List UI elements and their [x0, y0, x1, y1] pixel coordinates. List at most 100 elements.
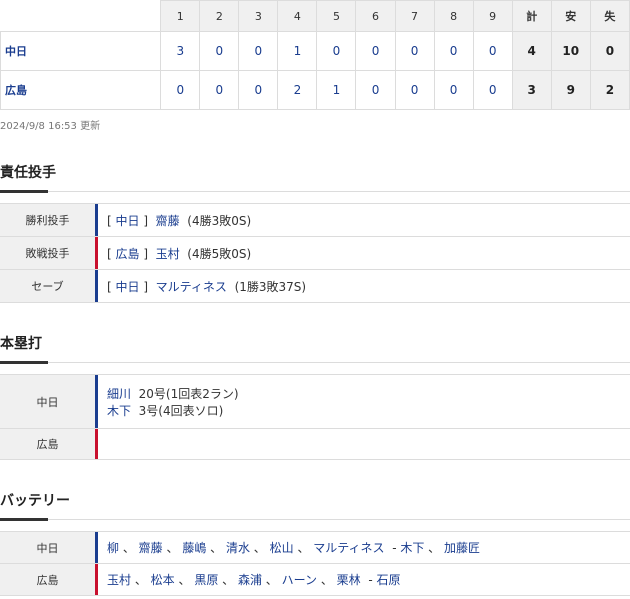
total-runs: 3: [511, 70, 552, 110]
section-divider: [0, 518, 630, 521]
pitchers-table: 勝利投手 [ 中日 ] 齋藤 (4勝3敗0S) 敗戦投手 [ 広島 ] 玉村 (…: [0, 203, 630, 303]
inning-score[interactable]: 0: [472, 70, 513, 110]
header-inning-8: 8: [433, 0, 474, 32]
pitcher-row-win: 勝利投手 [ 中日 ] 齋藤 (4勝3敗0S): [0, 204, 630, 237]
player-link[interactable]: 細川: [107, 387, 131, 401]
homeruns-table: 中日 細川 20号(1回表2ラン) 木下 3号(4回表ソロ) 広島: [0, 374, 630, 460]
inning-score[interactable]: 0: [238, 31, 279, 71]
header-inning-2: 2: [199, 0, 240, 32]
inning-score[interactable]: 0: [199, 31, 240, 71]
team-link[interactable]: 広島: [116, 247, 140, 261]
pitcher-record: (1勝3敗37S): [234, 279, 307, 294]
pitcher-record: (4勝5敗0S): [187, 246, 252, 261]
player-link[interactable]: 藤嶋: [182, 541, 206, 555]
header-errors: 失: [589, 0, 630, 32]
updated-timestamp: 2024/9/8 16:53 更新: [0, 121, 101, 132]
inning-score[interactable]: 0: [355, 31, 396, 71]
homerun-content: 細川 20号(1回表2ラン) 木下 3号(4回表ソロ): [98, 375, 630, 428]
scoreboard-row-away: 中日 3 0 0 1 0 0 0 0 0 4 10 0: [0, 31, 630, 71]
inning-score[interactable]: 0: [394, 70, 435, 110]
player-link[interactable]: 木下: [400, 541, 424, 555]
player-link[interactable]: 石原: [376, 573, 400, 587]
scoreboard-table: 1 2 3 4 5 6 7 8 9 計 安 失 中日 3 0 0 1 0 0 0…: [0, 0, 630, 110]
header-blank: [0, 0, 162, 32]
homerun-detail: 3号(4回表ソロ): [138, 403, 224, 418]
homerun-row-away: 中日 細川 20号(1回表2ラン) 木下 3号(4回表ソロ): [0, 375, 630, 429]
player-link[interactable]: ハーン: [282, 573, 317, 587]
player-link[interactable]: 齋藤: [156, 214, 180, 228]
header-inning-6: 6: [355, 0, 396, 32]
total-hits: 9: [550, 70, 591, 110]
pitcher-label: セーブ: [0, 270, 95, 302]
scoreboard-header-row: 1 2 3 4 5 6 7 8 9 計 安 失: [0, 0, 630, 32]
homerun-detail: 20号(1回表2ラン): [138, 386, 239, 401]
player-link[interactable]: 松本: [151, 573, 175, 587]
section-title-battery: バッテリー: [0, 493, 70, 509]
inning-score[interactable]: 1: [316, 70, 357, 110]
inning-score[interactable]: 0: [316, 31, 357, 71]
homerun-entry: 細川 20号(1回表2ラン): [107, 385, 630, 402]
header-inning-7: 7: [394, 0, 435, 32]
total-runs: 4: [511, 31, 552, 71]
battery-team-label: 中日: [0, 532, 95, 563]
inning-score[interactable]: 0: [238, 70, 279, 110]
header-hits: 安: [550, 0, 591, 32]
player-link[interactable]: 柳: [107, 541, 119, 555]
battery-team-label: 広島: [0, 564, 95, 595]
scoreboard-row-home: 広島 0 0 0 2 1 0 0 0 0 3 9 2: [0, 70, 630, 110]
section-title-homeruns: 本塁打: [0, 336, 42, 352]
battery-content: 玉村 、 松本 、 黒原 、 森浦 、 ハーン 、 栗林 - 石原: [107, 573, 401, 587]
player-link[interactable]: 松山: [270, 541, 294, 555]
player-link[interactable]: 森浦: [238, 573, 262, 587]
total-errors: 2: [589, 70, 630, 110]
battery-row-home: 広島 玉村 、 松本 、 黒原 、 森浦 、 ハーン 、 栗林 - 石原: [0, 564, 630, 596]
team-name-away[interactable]: 中日: [0, 31, 162, 71]
header-inning-1: 1: [160, 0, 201, 32]
homerun-row-home: 広島: [0, 429, 630, 460]
inning-score[interactable]: 3: [160, 31, 201, 71]
section-divider: [0, 190, 630, 193]
team-link[interactable]: 中日: [116, 214, 140, 228]
player-link[interactable]: マルティネス: [313, 541, 384, 555]
team-link[interactable]: 中日: [116, 280, 140, 294]
inning-score[interactable]: 0: [433, 31, 474, 71]
player-link[interactable]: 玉村: [107, 573, 131, 587]
inning-score[interactable]: 0: [199, 70, 240, 110]
inning-score[interactable]: 0: [433, 70, 474, 110]
player-link[interactable]: 清水: [226, 541, 250, 555]
inning-score[interactable]: 0: [355, 70, 396, 110]
pitcher-label: 敗戦投手: [0, 237, 95, 269]
pitcher-content: [ 広島 ] 玉村 (4勝5敗0S): [107, 246, 252, 261]
battery-content: 柳 、 齋藤 、 藤嶋 、 清水 、 松山 、 マルティネス - 木下 、 加藤…: [107, 541, 481, 555]
player-link[interactable]: 黒原: [194, 573, 218, 587]
pitcher-row-loss: 敗戦投手 [ 広島 ] 玉村 (4勝5敗0S): [0, 237, 630, 270]
inning-score[interactable]: 0: [394, 31, 435, 71]
header-runs: 計: [511, 0, 552, 32]
header-inning-9: 9: [472, 0, 513, 32]
section-divider: [0, 361, 630, 364]
pitcher-record: (4勝3敗0S): [187, 213, 252, 228]
player-link[interactable]: 齋藤: [139, 541, 163, 555]
inning-score[interactable]: 2: [277, 70, 318, 110]
section-title-pitchers: 責任投手: [0, 165, 56, 181]
homerun-entry: 木下 3号(4回表ソロ): [107, 402, 630, 419]
inning-score[interactable]: 0: [472, 31, 513, 71]
player-link[interactable]: 木下: [107, 404, 131, 418]
player-link[interactable]: マルティネス: [156, 280, 227, 294]
inning-score[interactable]: 0: [160, 70, 201, 110]
player-link[interactable]: 栗林: [337, 573, 361, 587]
pitcher-label: 勝利投手: [0, 204, 95, 236]
homerun-content: [98, 429, 630, 459]
player-link[interactable]: 加藤匠: [444, 541, 480, 555]
total-errors: 0: [589, 31, 630, 71]
player-link[interactable]: 玉村: [156, 247, 180, 261]
total-hits: 10: [550, 31, 591, 71]
battery-row-away: 中日 柳 、 齋藤 、 藤嶋 、 清水 、 松山 、 マルティネス - 木下 、…: [0, 532, 630, 564]
homerun-team-label: 中日: [0, 375, 95, 428]
homerun-team-label: 広島: [0, 429, 95, 459]
battery-table: 中日 柳 、 齋藤 、 藤嶋 、 清水 、 松山 、 マルティネス - 木下 、…: [0, 531, 630, 596]
header-inning-4: 4: [277, 0, 318, 32]
inning-score[interactable]: 1: [277, 31, 318, 71]
header-inning-5: 5: [316, 0, 357, 32]
team-name-home[interactable]: 広島: [0, 70, 162, 110]
